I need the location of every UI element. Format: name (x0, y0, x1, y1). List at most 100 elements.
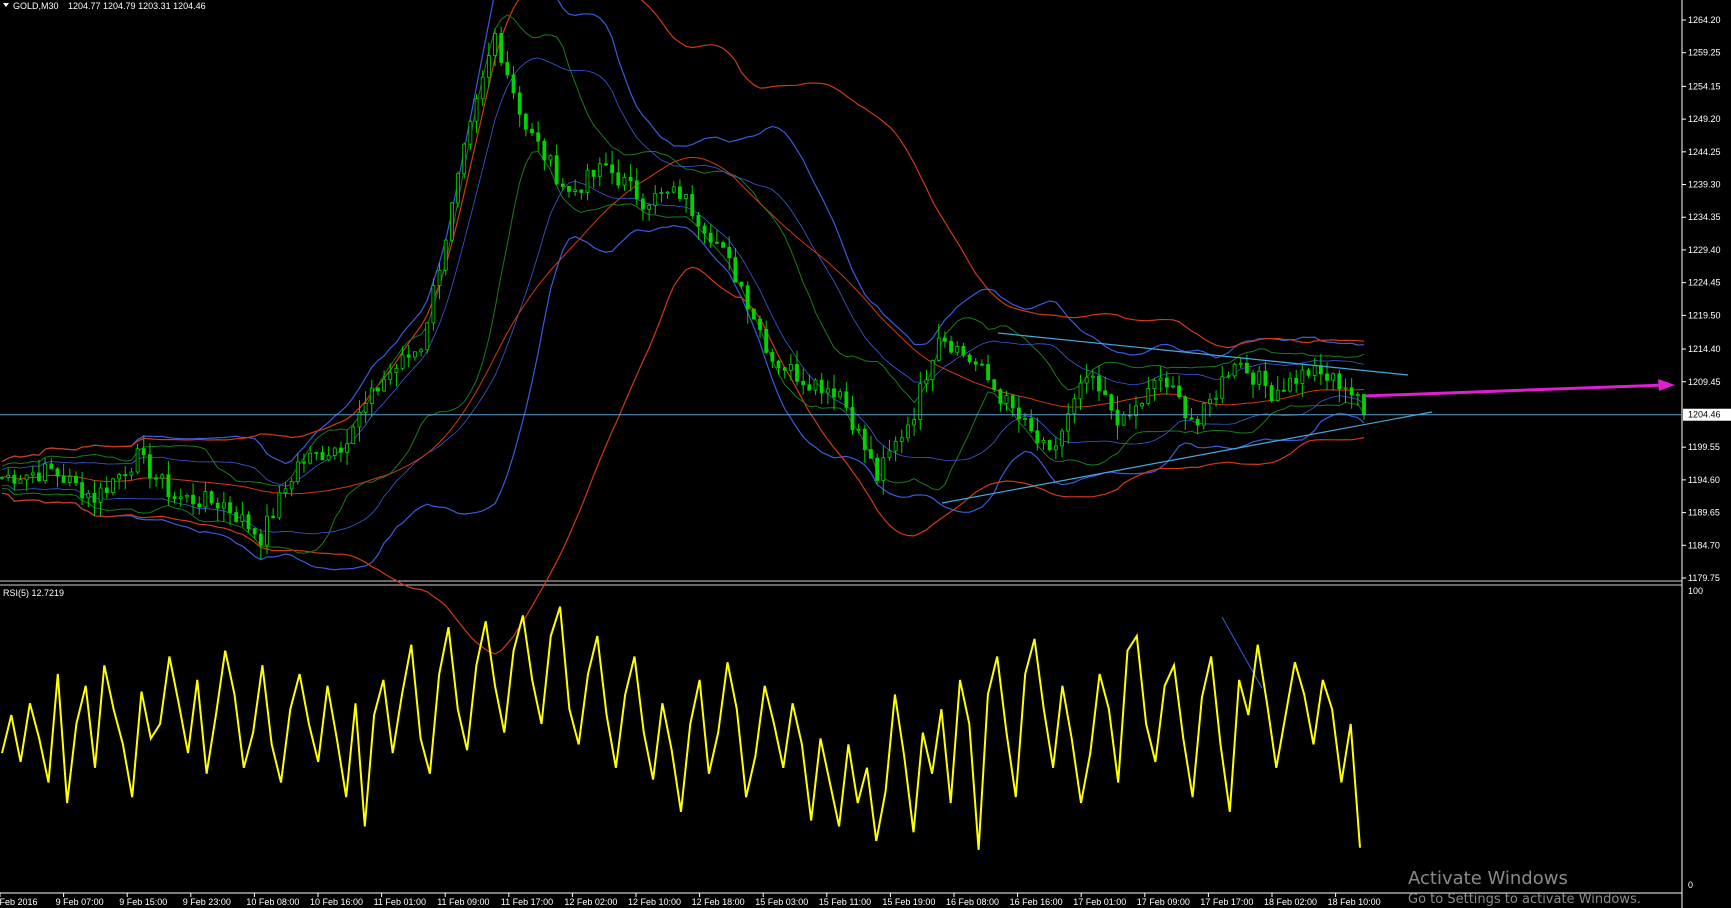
candle (234, 506, 239, 523)
band-lower (1, 266, 1365, 655)
time-tick-label: 18 Feb 10:00 (1328, 897, 1381, 907)
candle (1238, 357, 1243, 369)
candle (369, 379, 374, 417)
price-tick-label: 1239.30 (1688, 180, 1721, 190)
candle (967, 352, 972, 365)
candle (419, 347, 423, 357)
candle (283, 481, 288, 498)
candle (745, 281, 750, 324)
candle (345, 429, 350, 466)
candle (123, 466, 128, 490)
candle (622, 173, 627, 191)
symbol-header: GOLD,M30 1204.77 1204.79 1203.31 1204.46 (3, 1, 206, 11)
candle (1300, 363, 1305, 397)
candle (1294, 369, 1299, 393)
time-tick-label: 15 Feb 03:00 (755, 897, 808, 907)
time-tick-label: 12 Feb 10:00 (628, 897, 681, 907)
price-tick-label: 1254.15 (1688, 81, 1721, 91)
candle (776, 359, 781, 375)
chart-canvas[interactable]: GOLD,M30 1204.77 1204.79 1203.31 1204.46… (0, 0, 1731, 908)
candle (653, 185, 658, 215)
time-tick-label: 9 Feb 15:00 (119, 897, 167, 907)
candle (320, 445, 325, 461)
candle (986, 354, 990, 383)
price-tick-label: 1249.20 (1688, 114, 1721, 124)
candle (326, 446, 331, 462)
candle (912, 407, 917, 436)
candle (197, 496, 202, 515)
candle (801, 368, 806, 395)
time-tick-label: 15 Feb 19:00 (882, 897, 935, 907)
candle (1066, 403, 1071, 444)
band-lower (2, 180, 1365, 535)
candle (597, 157, 602, 187)
candle (1306, 367, 1311, 379)
candle (240, 501, 245, 527)
candle (443, 238, 448, 276)
candle (949, 335, 953, 355)
candle (832, 374, 836, 410)
candle (148, 443, 152, 489)
candle (585, 163, 590, 201)
candle (1362, 394, 1366, 420)
candle (1078, 374, 1083, 410)
candle (1035, 417, 1040, 451)
time-tick-label: 11 Feb 17:00 (501, 897, 553, 907)
candle (1275, 376, 1280, 402)
price-axis[interactable]: 1264.20 1259.25 1254.15 1249.20 1244.25 1239.… (1682, 15, 1721, 583)
candle (1029, 409, 1034, 433)
candle (1245, 354, 1249, 374)
candle (12, 469, 17, 491)
candle (456, 171, 460, 208)
candle (351, 424, 356, 445)
price-tick-label: 1234.35 (1688, 212, 1721, 222)
band-upper (1, 0, 1365, 463)
candle (906, 416, 910, 443)
price-tick-label: 1194.60 (1688, 475, 1720, 485)
candle (980, 359, 984, 367)
candle (1318, 353, 1323, 386)
upper-trendline[interactable] (997, 332, 1409, 376)
candle (1312, 358, 1317, 382)
time-tick-label: 17 Feb 17:00 (1200, 897, 1253, 907)
ohlc-values: 1204.77 1204.79 1203.31 1204.46 (68, 1, 206, 11)
candle (258, 529, 263, 560)
candle (684, 194, 688, 213)
candle (930, 359, 935, 392)
candle (228, 496, 232, 526)
candle (523, 112, 528, 137)
symbol-dropdown-icon[interactable] (3, 3, 9, 7)
candle (1232, 362, 1237, 379)
candle (129, 467, 134, 481)
band-lower (1, 224, 1365, 571)
candle (1053, 436, 1058, 460)
time-tick-label: 18 Feb 02:00 (1264, 897, 1317, 907)
candle (924, 369, 929, 393)
candle (474, 94, 479, 134)
price-tick-label: 1199.55 (1688, 442, 1720, 452)
candle (844, 381, 849, 412)
candle (1090, 370, 1095, 390)
candle (733, 248, 738, 283)
bollinger-bands (1, 0, 1365, 655)
candle (277, 486, 282, 520)
candle (554, 144, 559, 185)
candle (406, 344, 411, 368)
forecast-arrow[interactable] (1364, 379, 1675, 398)
candle (246, 511, 251, 533)
candle (86, 489, 91, 508)
rsi-line (1, 606, 1361, 850)
candle (973, 357, 978, 372)
candle (1257, 366, 1262, 391)
candle (819, 372, 824, 404)
candle (1140, 401, 1145, 410)
time-tick-label: 8 Feb 2016 (0, 897, 38, 907)
candle (998, 388, 1003, 412)
candle (899, 429, 904, 454)
candle (1103, 376, 1108, 396)
candle (862, 424, 867, 463)
time-axis[interactable]: 8 Feb 2016 9 Feb 07:00 9 Feb 15:00 9 Feb 23… (0, 893, 1381, 907)
band-middle (1, 156, 1365, 495)
rsi-scale-top: 100 (1688, 586, 1703, 596)
candle (74, 471, 78, 486)
